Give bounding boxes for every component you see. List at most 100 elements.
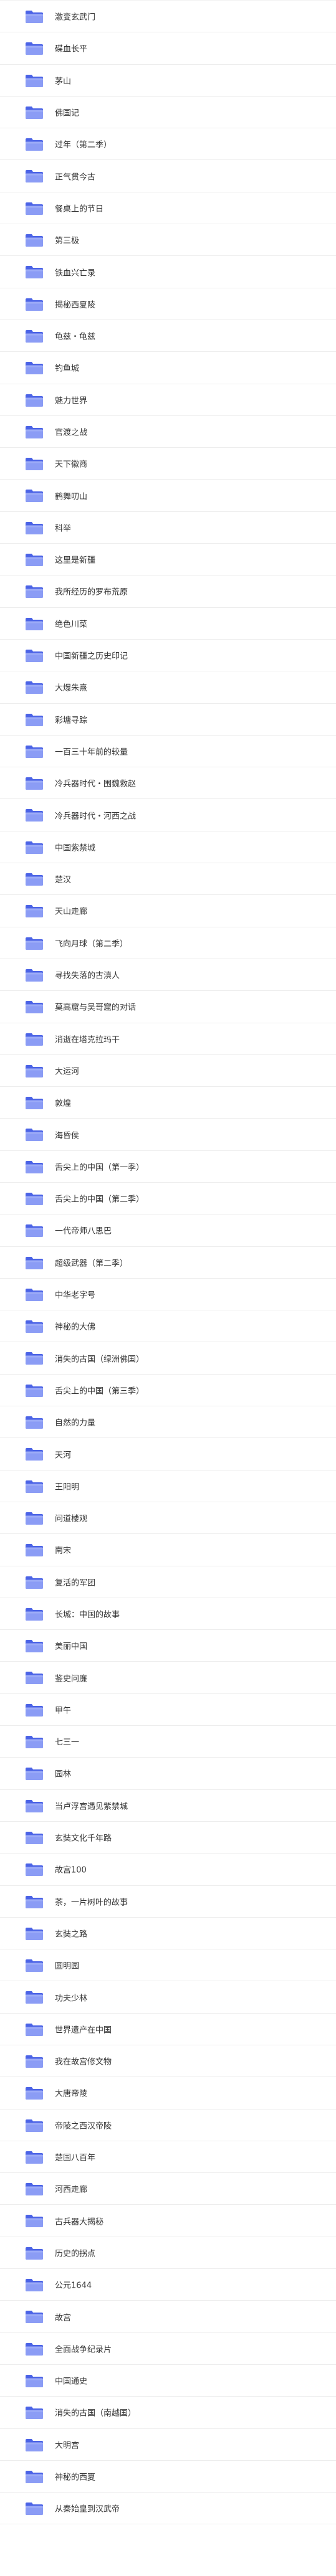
folder-row[interactable]: 天河 <box>0 1438 336 1470</box>
folder-row[interactable]: 复活的军团 <box>0 1566 336 1598</box>
folder-row[interactable]: 过年（第二季） <box>0 128 336 161</box>
folder-icon <box>25 1863 44 1877</box>
folder-row[interactable]: 鹤舞叨山 <box>0 480 336 512</box>
folder-row[interactable]: 魅力世界 <box>0 384 336 416</box>
folder-row[interactable]: 楚汉 <box>0 863 336 896</box>
folder-row[interactable]: 餐桌上的节日 <box>0 192 336 225</box>
folder-icon <box>25 2086 44 2100</box>
folder-name: 科举 <box>55 524 72 534</box>
folder-row[interactable]: 飞向月球（第二季） <box>0 927 336 959</box>
folder-icon <box>25 1384 44 1398</box>
folder-row[interactable]: 大运河 <box>0 1055 336 1087</box>
folder-row[interactable]: 世界遗产在中国 <box>0 2014 336 2045</box>
folder-icon <box>25 1064 44 1078</box>
folder-row[interactable]: 舌尖上的中国（第一季） <box>0 1151 336 1183</box>
folder-row[interactable]: 河西走廊 <box>0 2173 336 2205</box>
folder-row[interactable]: 故宫 <box>0 2301 336 2333</box>
folder-name: 钓鱼城 <box>55 364 80 374</box>
folder-name: 敦煌 <box>55 1099 72 1109</box>
folder-row[interactable]: 玄奘文化千年路 <box>0 1822 336 1854</box>
folder-row[interactable]: 寻找失落的古滇人 <box>0 959 336 992</box>
folder-icon <box>25 1735 44 1749</box>
folder-row[interactable]: 茅山 <box>0 65 336 97</box>
folder-row[interactable]: 佛国记 <box>0 97 336 129</box>
folder-row[interactable]: 从秦始皇到汉武帝 <box>0 2493 336 2525</box>
folder-name: 自然的力量 <box>55 1418 96 1428</box>
folder-row[interactable]: 美丽中国 <box>0 1630 336 1662</box>
folder-row[interactable]: 功夫少林 <box>0 1981 336 2014</box>
folder-row[interactable]: 历史的拐点 <box>0 2237 336 2270</box>
folder-icon <box>25 1192 44 1206</box>
folder-row[interactable]: 这里是新疆 <box>0 544 336 576</box>
folder-row[interactable]: 消失的古国（绿洲佛国） <box>0 1342 336 1375</box>
folder-row[interactable]: 冷兵器时代・河西之战 <box>0 799 336 831</box>
folder-row[interactable]: 神秘的大佛 <box>0 1310 336 1343</box>
folder-row[interactable]: 超级武器（第二季） <box>0 1247 336 1279</box>
folder-row[interactable]: 消失的古国（南越国） <box>0 2397 336 2429</box>
folder-row[interactable]: 正气贯今古 <box>0 160 336 192</box>
folder-row[interactable]: 中国紫禁城 <box>0 831 336 864</box>
folder-row[interactable]: 故宫100 <box>0 1854 336 1886</box>
folder-name: 从秦始皇到汉武帝 <box>55 2504 120 2514</box>
folder-row[interactable]: 鉴史问廉 <box>0 1662 336 1694</box>
folder-row[interactable]: 楚国八百年 <box>0 2141 336 2174</box>
folder-row[interactable]: 南宋 <box>0 1534 336 1566</box>
folder-row[interactable]: 天山走廊 <box>0 895 336 927</box>
folder-row[interactable]: 消逝在塔克拉玛干 <box>0 1023 336 1055</box>
folder-row[interactable]: 全面战争纪录片 <box>0 2333 336 2365</box>
folder-name: 一百三十年前的较量 <box>55 747 128 757</box>
folder-row[interactable]: 圆明园 <box>0 1949 336 1982</box>
folder-row[interactable]: 古兵器大揭秘 <box>0 2205 336 2237</box>
folder-row[interactable]: 科举 <box>0 512 336 544</box>
folder-row[interactable]: 中华老字号 <box>0 1279 336 1311</box>
folder-row[interactable]: 大爆朱熹 <box>0 671 336 704</box>
folder-name: 神秘的西夏 <box>55 2473 96 2483</box>
folder-row[interactable]: 中国通史 <box>0 2365 336 2397</box>
folder-row[interactable]: 碟血长平 <box>0 32 336 65</box>
folder-row[interactable]: 我在故宫修文物 <box>0 2045 336 2078</box>
folder-row[interactable]: 我所经历的罗布荒原 <box>0 575 336 608</box>
folder-row[interactable]: 问道楼观 <box>0 1502 336 1535</box>
folder-row[interactable]: 长城：中国的故事 <box>0 1598 336 1631</box>
folder-row[interactable]: 龟兹・龟兹 <box>0 320 336 353</box>
folder-row[interactable]: 海昏侯 <box>0 1119 336 1151</box>
folder-row[interactable]: 甲午 <box>0 1694 336 1726</box>
folder-row[interactable]: 第三极 <box>0 224 336 257</box>
folder-row[interactable]: 激变玄武门 <box>0 1 336 33</box>
folder-row[interactable]: 天下徽商 <box>0 448 336 480</box>
folder-row[interactable]: 大明宫 <box>0 2429 336 2461</box>
folder-row[interactable]: 舌尖上的中国（第二季） <box>0 1183 336 1215</box>
folder-row[interactable]: 大唐帝陵 <box>0 2077 336 2110</box>
folder-row[interactable]: 玄奘之路 <box>0 1918 336 1950</box>
folder-name: 龟兹・龟兹 <box>55 332 96 342</box>
folder-row[interactable]: 当卢浮宫遇见紫禁城 <box>0 1790 336 1822</box>
folder-name: 王阳明 <box>55 1482 80 1492</box>
folder-row[interactable]: 公元1644 <box>0 2269 336 2301</box>
folder-row[interactable]: 一代帝师八思巴 <box>0 1215 336 1247</box>
folder-row[interactable]: 敦煌 <box>0 1087 336 1119</box>
folder-row[interactable]: 茶，一片树叶的故事 <box>0 1886 336 1918</box>
folder-row[interactable]: 揭秘西夏陵 <box>0 288 336 320</box>
folder-name: 故宫100 <box>55 1865 87 1875</box>
folder-icon <box>25 457 44 471</box>
folder-row[interactable]: 一百三十年前的较量 <box>0 736 336 768</box>
folder-icon <box>25 2214 44 2228</box>
folder-row[interactable]: 铁血兴亡录 <box>0 256 336 288</box>
folder-row[interactable]: 中国新疆之历史印记 <box>0 640 336 672</box>
folder-row[interactable]: 神秘的西夏 <box>0 2461 336 2493</box>
folder-icon <box>25 2406 44 2420</box>
folder-icon <box>25 681 44 694</box>
folder-row[interactable]: 帝陵之西汉帝陵 <box>0 2110 336 2141</box>
folder-row[interactable]: 自然的力量 <box>0 1406 336 1439</box>
folder-row[interactable]: 七三一 <box>0 1726 336 1758</box>
folder-row[interactable]: 王阳明 <box>0 1470 336 1502</box>
folder-row[interactable]: 彩塘寻踪 <box>0 704 336 736</box>
folder-row[interactable]: 园林 <box>0 1758 336 1790</box>
folder-row[interactable]: 舌尖上的中国（第三季） <box>0 1375 336 1407</box>
folder-name: 当卢浮宫遇见紫禁城 <box>55 1802 128 1812</box>
folder-row[interactable]: 冷兵器时代・围魏救赵 <box>0 767 336 800</box>
folder-row[interactable]: 官渡之战 <box>0 416 336 448</box>
folder-row[interactable]: 绝色川菜 <box>0 608 336 640</box>
folder-row[interactable]: 钓鱼城 <box>0 352 336 384</box>
folder-row[interactable]: 莫高窟与吴哥窟的对话 <box>0 991 336 1023</box>
